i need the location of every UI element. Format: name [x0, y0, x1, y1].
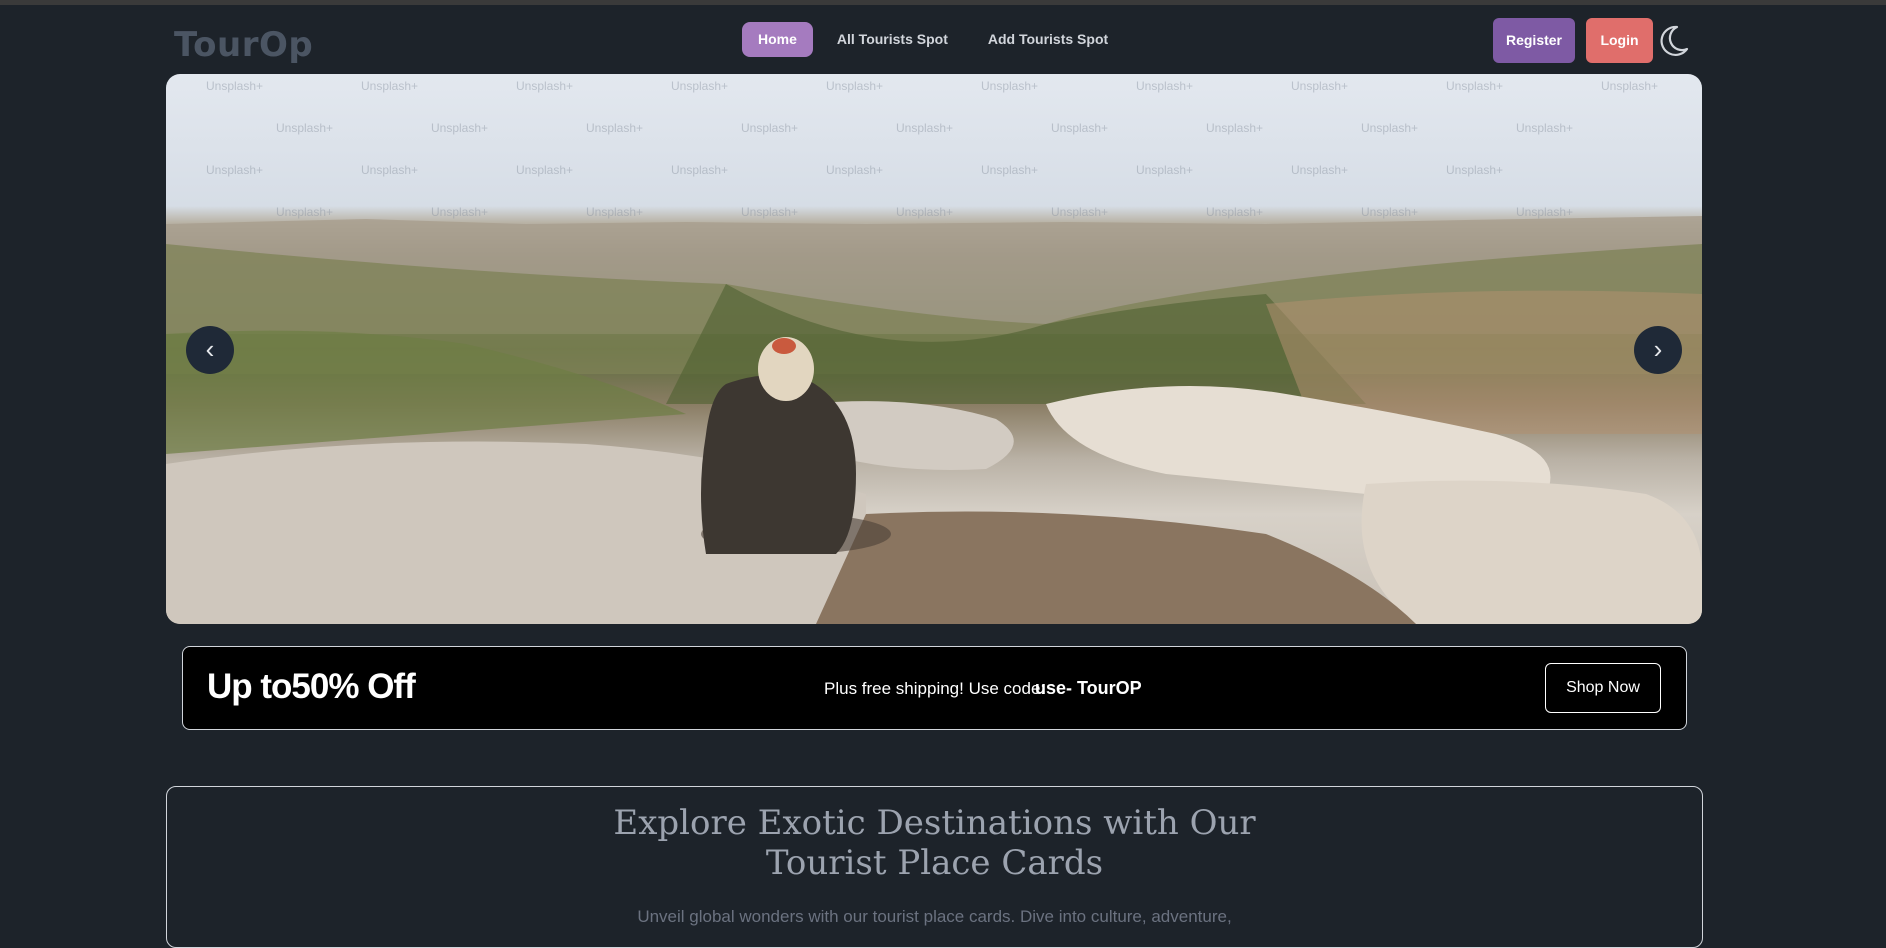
svg-text:Unsplash+: Unsplash+	[981, 79, 1038, 93]
carousel-prev-button[interactable]: ‹	[186, 326, 234, 374]
svg-text:Unsplash+: Unsplash+	[276, 205, 333, 219]
hero-image: Unsplash+ Unsplash+ Unsplash+ Unsplash+ Uns…	[166, 79, 1702, 624]
svg-text:Unsplash+: Unsplash+	[741, 205, 798, 219]
svg-text:Unsplash+: Unsplash+	[516, 79, 573, 93]
svg-text:Unsplash+: Unsplash+	[586, 205, 643, 219]
navbar: TourOp Home All Tourists Spot Add Touris…	[0, 5, 1886, 75]
svg-text:Unsplash+: Unsplash+	[1516, 121, 1573, 135]
register-button[interactable]: Register	[1493, 18, 1575, 63]
svg-text:Unsplash+: Unsplash+	[896, 121, 953, 135]
carousel-next-button[interactable]: ›	[1634, 326, 1682, 374]
nav-link-add-tourists-spot[interactable]: Add Tourists Spot	[972, 22, 1124, 57]
moon-icon	[1660, 25, 1689, 56]
nav-link-all-tourists-spot[interactable]: All Tourists Spot	[821, 22, 964, 57]
svg-text:Unsplash+: Unsplash+	[1051, 121, 1108, 135]
svg-text:Unsplash+: Unsplash+	[516, 163, 573, 177]
svg-text:Unsplash+: Unsplash+	[276, 121, 333, 135]
nav-links: Home All Tourists Spot Add Tourists Spot	[742, 22, 1124, 57]
svg-text:Unsplash+: Unsplash+	[671, 163, 728, 177]
svg-text:Unsplash+: Unsplash+	[1206, 121, 1263, 135]
svg-text:Unsplash+: Unsplash+	[1361, 121, 1418, 135]
svg-text:Unsplash+: Unsplash+	[1601, 79, 1658, 93]
brand-logo[interactable]: TourOp	[174, 25, 313, 65]
svg-text:Unsplash+: Unsplash+	[1516, 205, 1573, 219]
svg-text:Unsplash+: Unsplash+	[431, 205, 488, 219]
svg-text:Unsplash+: Unsplash+	[361, 79, 418, 93]
svg-text:Unsplash+: Unsplash+	[1291, 79, 1348, 93]
svg-text:Unsplash+: Unsplash+	[1361, 205, 1418, 219]
shop-now-button[interactable]: Shop Now	[1545, 663, 1661, 713]
svg-text:Unsplash+: Unsplash+	[1136, 79, 1193, 93]
svg-text:Unsplash+: Unsplash+	[896, 205, 953, 219]
svg-text:Unsplash+: Unsplash+	[206, 79, 263, 93]
svg-text:Unsplash+: Unsplash+	[671, 79, 728, 93]
explore-heading: Explore Exotic Destinations with Our Tou…	[167, 803, 1702, 883]
svg-text:Unsplash+: Unsplash+	[1446, 163, 1503, 177]
login-button[interactable]: Login	[1586, 18, 1653, 63]
svg-text:Unsplash+: Unsplash+	[826, 163, 883, 177]
explore-heading-line2: Tourist Place Cards	[765, 843, 1104, 883]
svg-text:Unsplash+: Unsplash+	[361, 163, 418, 177]
svg-text:Unsplash+: Unsplash+	[1136, 163, 1193, 177]
svg-text:Unsplash+: Unsplash+	[1446, 79, 1503, 93]
svg-text:Unsplash+: Unsplash+	[1291, 163, 1348, 177]
promo-title: Up to50% Off	[207, 667, 416, 706]
svg-text:Unsplash+: Unsplash+	[741, 121, 798, 135]
svg-text:Unsplash+: Unsplash+	[826, 79, 883, 93]
explore-description: Unveil global wonders with our tourist p…	[637, 907, 1232, 926]
svg-text:Unsplash+: Unsplash+	[206, 163, 263, 177]
nav-link-home[interactable]: Home	[742, 22, 813, 57]
svg-text:Unsplash+: Unsplash+	[431, 121, 488, 135]
svg-text:Unsplash+: Unsplash+	[981, 163, 1038, 177]
explore-heading-line1: Explore Exotic Destinations with Our	[613, 803, 1256, 843]
promo-code: use- TourOP	[1035, 678, 1142, 698]
promo-text: Plus free shipping! Use code:	[824, 679, 1046, 698]
hero-carousel: Unsplash+ Unsplash+ Unsplash+ Unsplash+ Uns…	[166, 74, 1702, 624]
svg-text:Unsplash+: Unsplash+	[586, 121, 643, 135]
promo-banner: Up to50% Off Plus free shipping! Use cod…	[182, 646, 1687, 730]
svg-text:Unsplash+: Unsplash+	[1206, 205, 1263, 219]
theme-toggle[interactable]	[1655, 23, 1691, 59]
svg-text:Unsplash+: Unsplash+	[1051, 205, 1108, 219]
explore-section: Explore Exotic Destinations with Our Tou…	[166, 786, 1703, 948]
